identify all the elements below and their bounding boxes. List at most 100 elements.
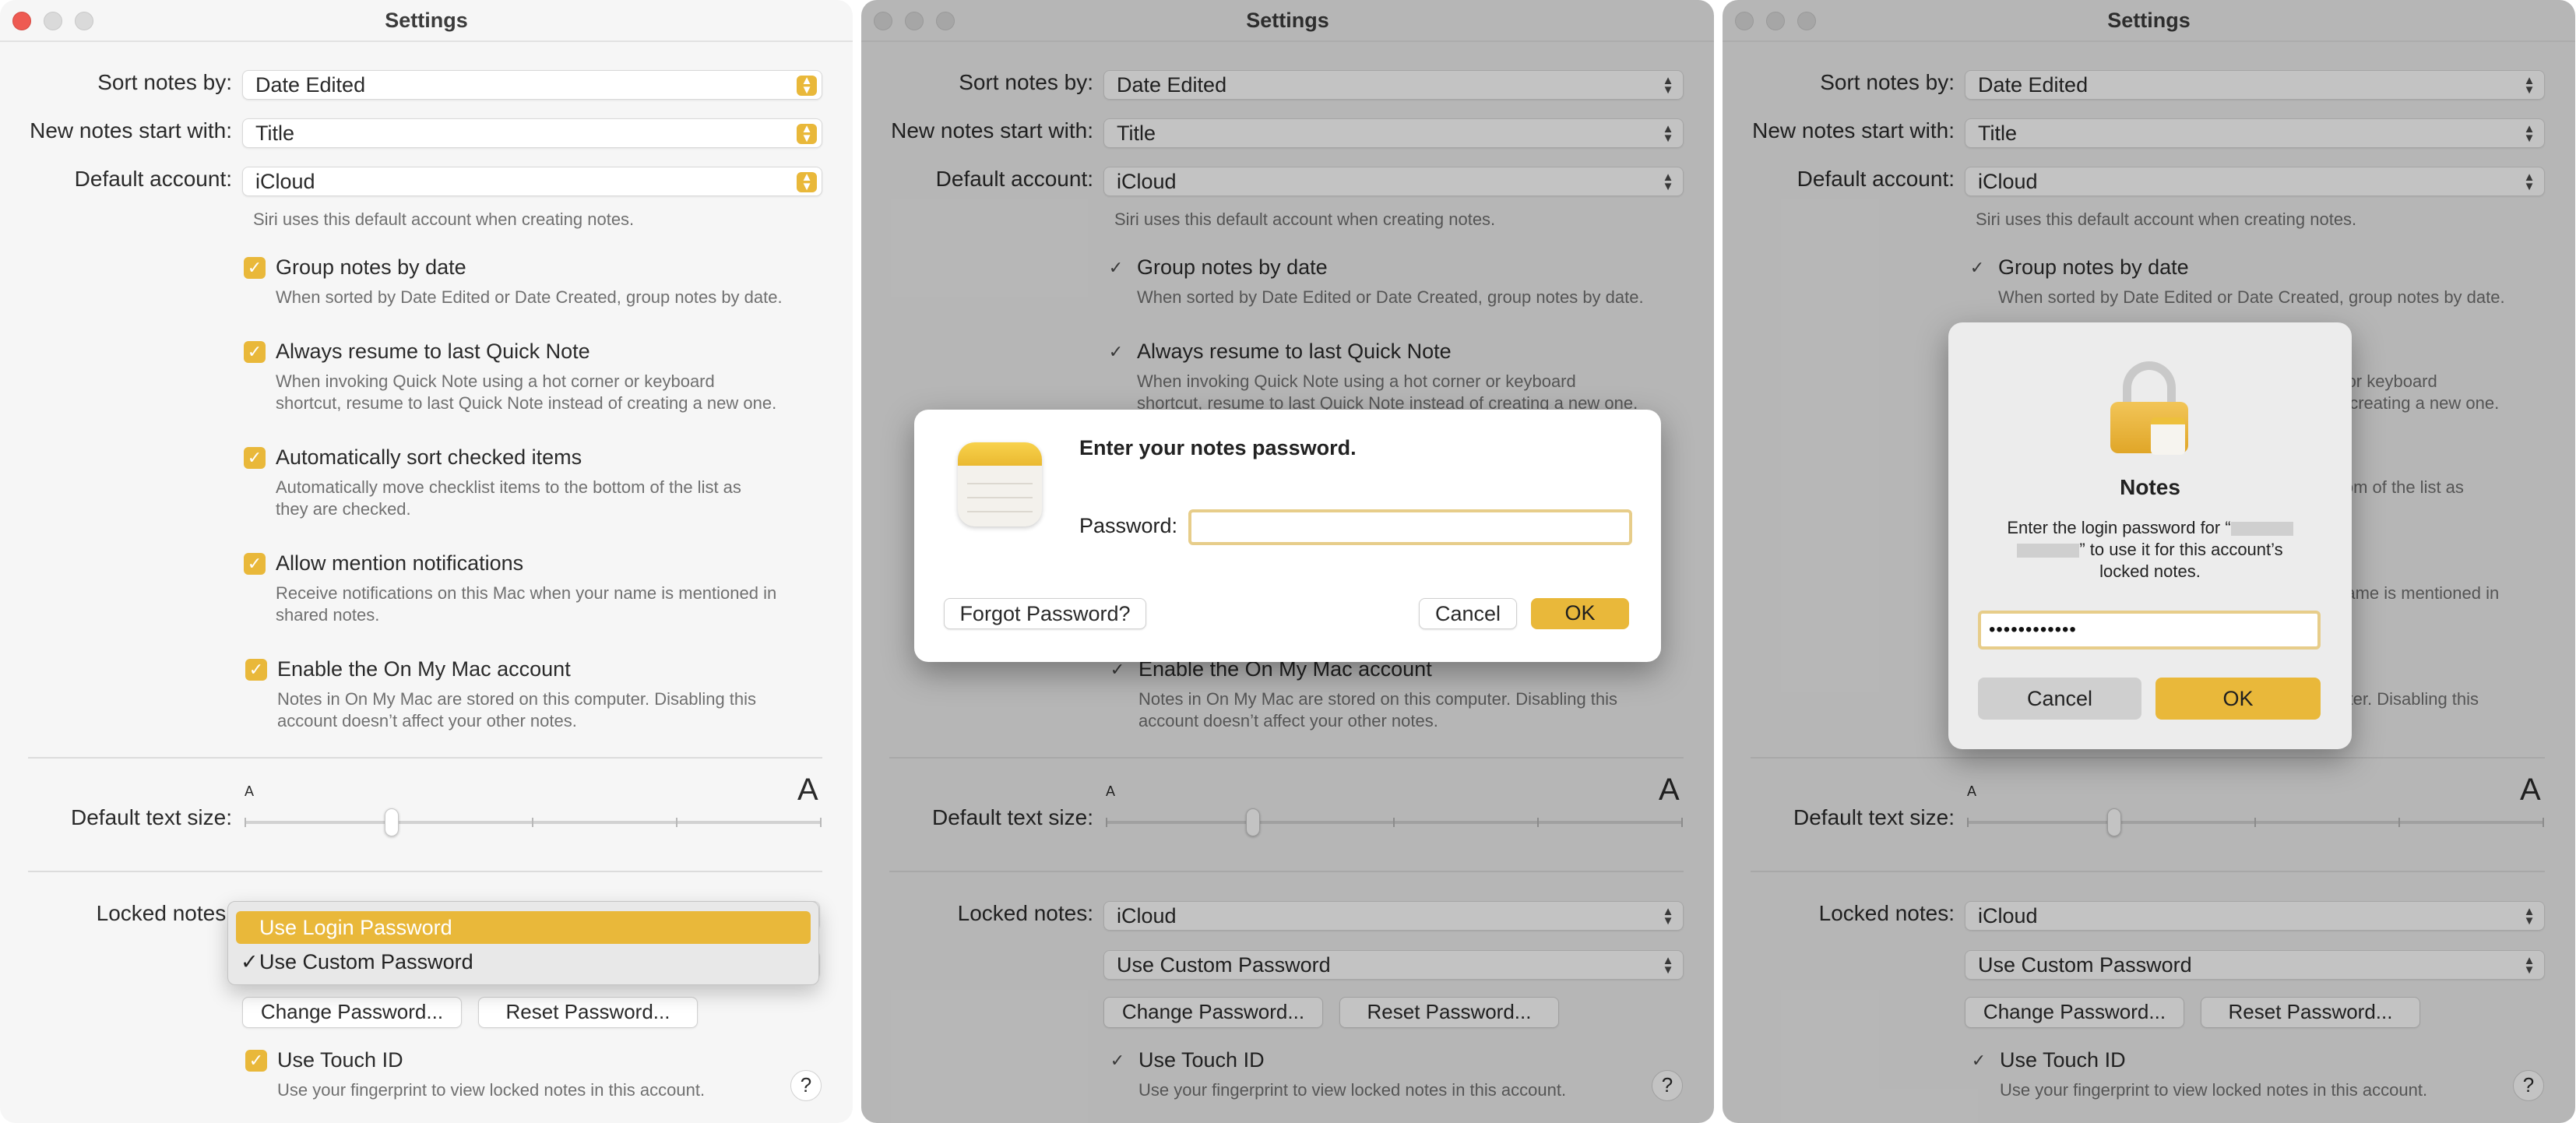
separator xyxy=(28,871,822,872)
sort-popup[interactable]: Date Edited ▲ ▼ xyxy=(1103,70,1684,100)
autosort-checkbox[interactable]: ✓ xyxy=(244,447,266,469)
default-account-popup[interactable]: iCloud ▲ ▼ xyxy=(242,167,822,196)
onmymac-checkbox[interactable]: ✓ xyxy=(245,659,267,681)
group-checkbox[interactable]: ✓ xyxy=(244,257,266,279)
separator xyxy=(28,757,822,759)
password-input[interactable] xyxy=(1188,509,1632,545)
sort-popup[interactable]: Date Edited ▲ ▼ xyxy=(242,70,822,100)
ok-button[interactable]: OK xyxy=(1531,598,1629,629)
touchid-label: Use Touch ID xyxy=(2000,1048,2126,1072)
sort-popup[interactable]: Date Edited ▲ ▼ xyxy=(1965,70,2545,100)
onmymac-hint-1: Notes in On My Mac are stored on this co… xyxy=(1138,689,1618,709)
change-password-button[interactable]: Change Password... xyxy=(242,997,462,1028)
password-type-popup[interactable]: Use Custom Password ▲ ▼ xyxy=(1103,950,1684,980)
new-notes-value: Title xyxy=(1978,121,2018,145)
window-title: Settings xyxy=(1246,9,1329,32)
group-label: Group notes by date xyxy=(276,255,466,279)
slider-tick xyxy=(2543,818,2544,827)
locked-notes-popup[interactable]: iCloud ▲ ▼ xyxy=(1965,901,2545,931)
window-title: Settings xyxy=(2107,9,2191,32)
default-account-popup[interactable]: iCloud ▲ ▼ xyxy=(1965,167,2545,196)
locked-notes-label: Locked notes: xyxy=(957,901,1093,925)
reset-password-button[interactable]: Reset Password... xyxy=(2201,997,2420,1028)
checkmark-icon: ✓ xyxy=(241,950,259,973)
settings-window-3: Settings Sort notes by: Date Edited ▲ ▼ Ne… xyxy=(1723,0,2575,1123)
siri-hint: Siri uses this default account when crea… xyxy=(253,209,635,229)
mention-checkbox[interactable]: ✓ xyxy=(244,553,266,575)
window-title: Settings xyxy=(385,9,468,32)
text-size-small-label: A xyxy=(245,783,255,799)
touchid-checkbox[interactable]: ✓ xyxy=(1107,1050,1128,1072)
slider-tick xyxy=(245,818,246,827)
help-button[interactable]: ? xyxy=(2513,1070,2544,1101)
help-button[interactable]: ? xyxy=(1652,1070,1683,1101)
cancel-button[interactable]: Cancel xyxy=(1419,598,1517,629)
slider-knob[interactable] xyxy=(1246,808,1260,836)
autosort-hint-2: they are checked. xyxy=(276,499,411,519)
slider-knob[interactable] xyxy=(385,808,399,836)
new-notes-popup[interactable]: Title ▲ ▼ xyxy=(242,118,822,148)
change-password-button[interactable]: Change Password... xyxy=(1103,997,1323,1028)
onmymac-checkbox[interactable]: ✓ xyxy=(1107,659,1128,681)
text-size-label: Default text size: xyxy=(71,805,232,829)
slider-tick xyxy=(1537,818,1539,827)
sort-value: Date Edited xyxy=(1117,73,1227,97)
slider-tick xyxy=(2254,818,2256,827)
password-type-popup[interactable]: Use Custom Password ▲ ▼ xyxy=(1965,950,2545,980)
default-account-label: Default account: xyxy=(1797,167,1955,191)
slider-tick xyxy=(1967,818,1969,827)
group-checkbox[interactable]: ✓ xyxy=(1966,257,1988,279)
login-ok-button[interactable]: OK xyxy=(2155,678,2321,720)
change-password-button[interactable]: Change Password... xyxy=(1965,997,2184,1028)
text-size-label: Default text size: xyxy=(1793,805,1955,829)
locked-notes-popup[interactable]: iCloud ▲ ▼ xyxy=(1103,901,1684,931)
title-bar: Settings xyxy=(861,0,1714,42)
touchid-checkbox[interactable]: ✓ xyxy=(1968,1050,1990,1072)
text-size-small-label: A xyxy=(1106,783,1116,799)
slider-tick xyxy=(1106,818,1107,827)
popup-arrows-icon: ▲▼ xyxy=(1662,954,1674,977)
separator xyxy=(1751,871,2545,872)
slider-tick xyxy=(1393,818,1395,827)
siri-hint: Siri uses this default account when crea… xyxy=(1114,209,1496,229)
new-notes-popup[interactable]: Title ▲ ▼ xyxy=(1103,118,1684,148)
siri-hint: Siri uses this default account when crea… xyxy=(1976,209,2357,229)
popup-arrows-icon: ▲▼ xyxy=(2523,171,2536,193)
text-size-label: Default text size: xyxy=(932,805,1093,829)
text-size-small-label: A xyxy=(1967,783,1977,799)
quicknote-checkbox[interactable]: ✓ xyxy=(244,341,266,363)
menu-item-custom-password[interactable]: ✓ Use Custom Password xyxy=(236,945,811,978)
notes-app-icon xyxy=(958,442,1042,526)
forgot-password-button[interactable]: Forgot Password? xyxy=(944,598,1146,629)
onmymac-hint-1: Notes in On My Mac are stored on this co… xyxy=(277,689,757,709)
group-hint: When sorted by Date Edited or Date Creat… xyxy=(1998,287,2505,307)
popup-arrows-icon: ▲▼ xyxy=(2523,954,2536,977)
quicknote-checkbox[interactable]: ✓ xyxy=(1105,341,1127,363)
quicknote-hint-1: When invoking Quick Note using a hot cor… xyxy=(276,371,715,391)
touchid-hint: Use your fingerprint to view locked note… xyxy=(1138,1080,1567,1100)
slider-knob[interactable] xyxy=(2107,808,2121,836)
title-bar: Settings xyxy=(0,0,853,42)
onmymac-hint-2: account doesn’t affect your other notes. xyxy=(277,711,577,730)
popup-arrows-icon: ▲▼ xyxy=(797,123,817,144)
popup-arrows-icon: ▲▼ xyxy=(2523,905,2536,928)
default-account-popup[interactable]: iCloud ▲ ▼ xyxy=(1103,167,1684,196)
popup-arrows-icon: ▲▼ xyxy=(1662,171,1674,193)
login-cancel-button[interactable]: Cancel xyxy=(1978,678,2141,720)
login-password-input[interactable]: •••••••••••• xyxy=(1978,611,2321,650)
menu-item-login-password[interactable]: Use Login Password xyxy=(236,911,811,944)
reset-password-button[interactable]: Reset Password... xyxy=(1339,997,1559,1028)
touchid-label: Use Touch ID xyxy=(277,1048,403,1072)
popup-arrows-icon: ▲▼ xyxy=(797,75,817,96)
touchid-checkbox[interactable]: ✓ xyxy=(245,1050,267,1072)
reset-password-button[interactable]: Reset Password... xyxy=(478,997,698,1028)
group-checkbox[interactable]: ✓ xyxy=(1105,257,1127,279)
help-button[interactable]: ? xyxy=(790,1070,822,1101)
login-message-line-1: Enter the login password for “ xyxy=(2007,518,2231,537)
autosort-label: Automatically sort checked items xyxy=(276,445,582,469)
group-label: Group notes by date xyxy=(1998,255,2189,279)
popup-arrows-icon: ▲▼ xyxy=(2523,122,2536,145)
quicknote-hint-2: shortcut, resume to last Quick Note inst… xyxy=(276,393,777,413)
new-notes-popup[interactable]: Title ▲ ▼ xyxy=(1965,118,2545,148)
slider-tick xyxy=(532,818,533,827)
